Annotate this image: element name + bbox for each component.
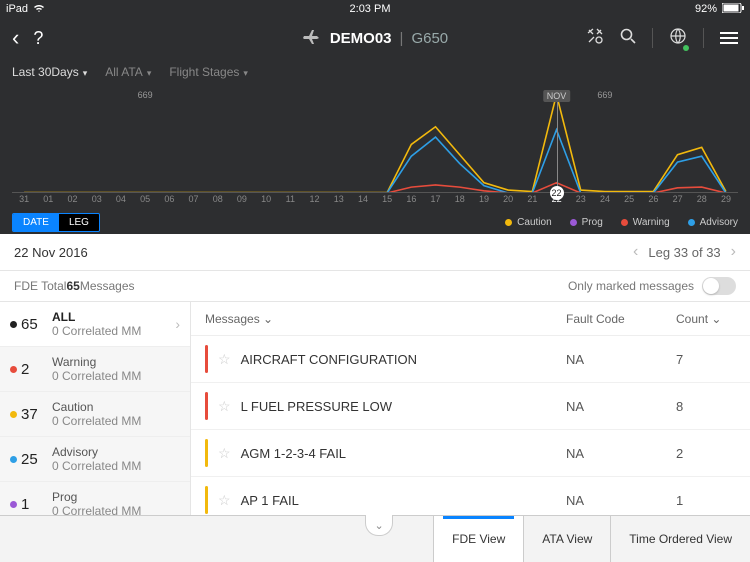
leg-prev[interactable]: ‹: [633, 243, 638, 261]
marked-label: Only marked messages: [568, 279, 694, 293]
messages-panel: Messages ⌄ Fault Code Count ⌄ ☆AIRCRAFT …: [191, 302, 750, 524]
messages-header: Messages ⌄ Fault Code Count ⌄: [191, 302, 750, 336]
star-icon[interactable]: ☆: [218, 398, 231, 415]
toggle-date[interactable]: DATE: [13, 214, 59, 231]
leg-next[interactable]: ›: [731, 243, 736, 261]
message-row[interactable]: ☆L FUEL PRESSURE LOWNA8: [191, 383, 750, 430]
chevron-down-icon: ⌄: [711, 312, 721, 326]
star-icon[interactable]: ☆: [218, 445, 231, 462]
filter-date-range[interactable]: Last 30Days▾: [12, 65, 87, 79]
clock: 2:03 PM: [350, 3, 391, 15]
star-icon[interactable]: ☆: [218, 492, 231, 509]
date-leg-toggle[interactable]: DATE LEG: [12, 213, 100, 232]
severity-item-all[interactable]: 65ALL0 Correlated MM›: [0, 302, 190, 347]
marked-toggle[interactable]: [702, 277, 736, 295]
leg-label: Leg 33 of 33: [648, 245, 720, 260]
date-row: 22 Nov 2016 ‹ Leg 33 of 33 ›: [0, 234, 750, 271]
wifi-icon: [33, 3, 45, 16]
fde-total-row: FDE Total 65 Messages Only marked messag…: [0, 271, 750, 302]
toggle-leg[interactable]: LEG: [59, 214, 99, 231]
severity-sidebar: 65ALL0 Correlated MM›2Warning0 Correlate…: [0, 302, 191, 524]
leg-navigator: ‹ Leg 33 of 33 ›: [633, 243, 736, 261]
aircraft-model: G650: [411, 30, 448, 47]
severity-item-advisory[interactable]: 25Advisory0 Correlated MM: [0, 437, 190, 482]
sync-status-icon[interactable]: [669, 27, 687, 50]
severity-item-caution[interactable]: 37Caution0 Correlated MM: [0, 392, 190, 437]
selected-day-marker[interactable]: 22: [550, 186, 564, 200]
battery-icon: [722, 3, 744, 16]
airplane-icon: [302, 28, 322, 48]
menu-button[interactable]: [720, 32, 738, 44]
back-button[interactable]: ‹: [12, 25, 19, 51]
ios-status-bar: iPad 2:03 PM 92%: [0, 0, 750, 18]
tab-ata-view[interactable]: ATA View: [523, 516, 610, 562]
star-icon[interactable]: ☆: [218, 351, 231, 368]
view-tabs: ⌄ FDE View ATA View Time Ordered View: [0, 515, 750, 562]
trend-chart[interactable]: 3101020304050607080910111213141516171819…: [0, 86, 750, 210]
col-messages[interactable]: Messages ⌄: [205, 312, 566, 326]
tab-time-ordered-view[interactable]: Time Ordered View: [610, 516, 750, 562]
col-fault-code[interactable]: Fault Code: [566, 312, 676, 326]
chart-footer: DATE LEG Caution Prog Warning Advisory: [0, 210, 750, 234]
collapse-button[interactable]: ⌄: [365, 515, 393, 536]
message-row[interactable]: ☆AIRCRAFT CONFIGURATIONNA7: [191, 336, 750, 383]
aircraft-id: DEMO03: [330, 30, 392, 47]
search-icon[interactable]: [620, 28, 636, 49]
message-row[interactable]: ☆AGM 1-2-3-4 FAILNA2: [191, 430, 750, 477]
chart-legend: Caution Prog Warning Advisory: [505, 217, 738, 228]
filter-flight-stages[interactable]: Flight Stages▾: [169, 65, 248, 79]
selected-date: 22 Nov 2016: [14, 245, 88, 260]
col-count[interactable]: Count ⌄: [676, 312, 736, 326]
battery-percent: 92%: [695, 3, 717, 15]
chevron-down-icon: ⌄: [263, 312, 273, 326]
help-button[interactable]: ?: [33, 28, 43, 49]
tab-fde-view[interactable]: FDE View: [433, 516, 523, 562]
filter-bar: Last 30Days▾ All ATA▾ Flight Stages▾: [0, 58, 750, 86]
tools-icon[interactable]: [586, 27, 604, 50]
device-label: iPad: [6, 3, 28, 15]
filter-ata[interactable]: All ATA▾: [105, 65, 151, 79]
severity-item-warning[interactable]: 2Warning0 Correlated MM: [0, 347, 190, 392]
app-header: ‹ ? DEMO03 | G650: [0, 18, 750, 58]
